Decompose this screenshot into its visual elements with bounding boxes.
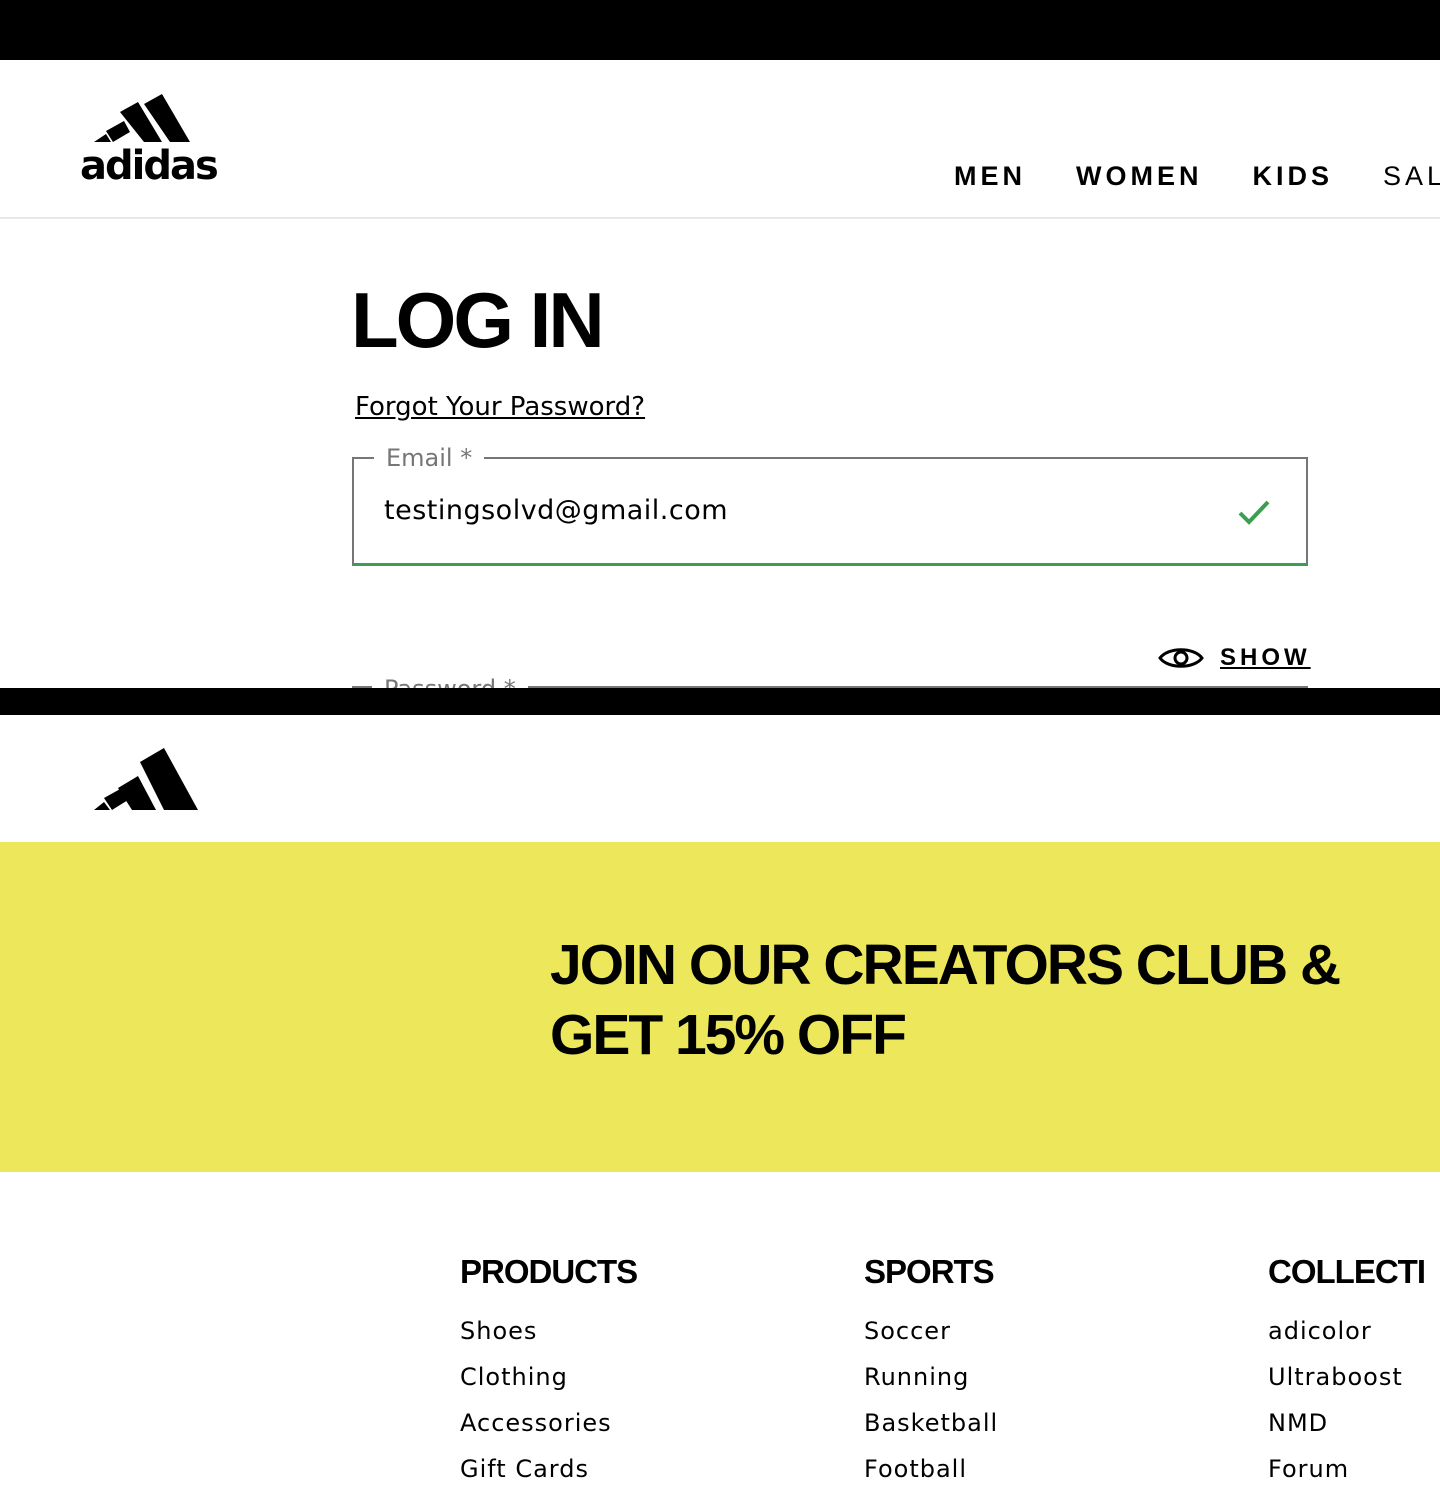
footer-link-forum[interactable]: Forum — [1268, 1446, 1425, 1492]
footer-column-collections: COLLECTI adicolor Ultraboost NMD Forum — [1268, 1252, 1426, 1492]
footer-link-accessories[interactable]: Accessories — [460, 1400, 637, 1446]
adidas-stripes-icon — [94, 748, 198, 810]
footer-link-adicolor[interactable]: adicolor — [1268, 1308, 1425, 1354]
eye-icon — [1158, 648, 1204, 668]
nav-sale[interactable]: SAL — [1383, 160, 1440, 192]
email-label: Email * — [374, 443, 485, 473]
footer-link-basketball[interactable]: Basketball — [864, 1400, 998, 1446]
footer-link-ultraboost[interactable]: Ultraboost — [1268, 1354, 1425, 1400]
footer-link-football[interactable]: Football — [864, 1446, 998, 1492]
footer-heading-sports: SPORTS — [864, 1253, 995, 1290]
footer-link-running[interactable]: Running — [864, 1354, 998, 1400]
nav-men[interactable]: MEN — [954, 160, 1026, 192]
adidas-logo-secondary[interactable] — [94, 746, 204, 810]
footer-column-sports: SPORTS Soccer Running Basketball Footbal… — [864, 1252, 998, 1492]
footer-column-products: PRODUCTS Shoes Clothing Accessories Gift… — [460, 1252, 638, 1492]
check-icon — [1238, 500, 1270, 525]
logo-wordmark: adidas — [80, 143, 219, 189]
email-field: Email * — [352, 443, 1308, 566]
footer-link-clothing[interactable]: Clothing — [460, 1354, 637, 1400]
site-header: adidas MEN WOMEN KIDS SAL — [0, 60, 1440, 219]
promo-heading: JOIN OUR CREATORS CLUB & GET 15% OFF — [550, 930, 1410, 1070]
show-password-label: SHOW — [1220, 644, 1311, 671]
footer-link-shoes[interactable]: Shoes — [460, 1308, 637, 1354]
footer-link-soccer[interactable]: Soccer — [864, 1308, 998, 1354]
password-label: Password * — [372, 674, 528, 688]
footer-heading-collections: COLLECTI — [1268, 1253, 1426, 1290]
email-input[interactable] — [384, 495, 1204, 526]
nav-kids[interactable]: KIDS — [1252, 160, 1333, 192]
footer-heading-products: PRODUCTS — [460, 1253, 638, 1290]
adidas-logo[interactable]: adidas — [80, 94, 220, 190]
promo-line-1: JOIN OUR CREATORS CLUB & — [550, 933, 1341, 997]
page-title: LOG IN — [351, 276, 605, 364]
creators-club-banner[interactable]: JOIN OUR CREATORS CLUB & GET 15% OFF — [0, 842, 1440, 1172]
password-field[interactable]: Password * — [352, 672, 1308, 688]
footer-link-gift-cards[interactable]: Gift Cards — [460, 1446, 637, 1492]
top-black-bar — [0, 0, 1440, 60]
site-footer: PRODUCTS Shoes Clothing Accessories Gift… — [0, 1172, 1440, 1500]
forgot-password-link[interactable]: Forgot Your Password? — [355, 390, 645, 424]
middle-black-bar — [0, 688, 1440, 715]
footer-link-nmd[interactable]: NMD — [1268, 1400, 1425, 1446]
show-password-toggle[interactable]: SHOW — [1158, 642, 1311, 674]
main-nav: MEN WOMEN KIDS SAL — [954, 160, 1440, 192]
promo-line-2: GET 15% OFF — [550, 1003, 907, 1067]
nav-women[interactable]: WOMEN — [1076, 160, 1202, 192]
